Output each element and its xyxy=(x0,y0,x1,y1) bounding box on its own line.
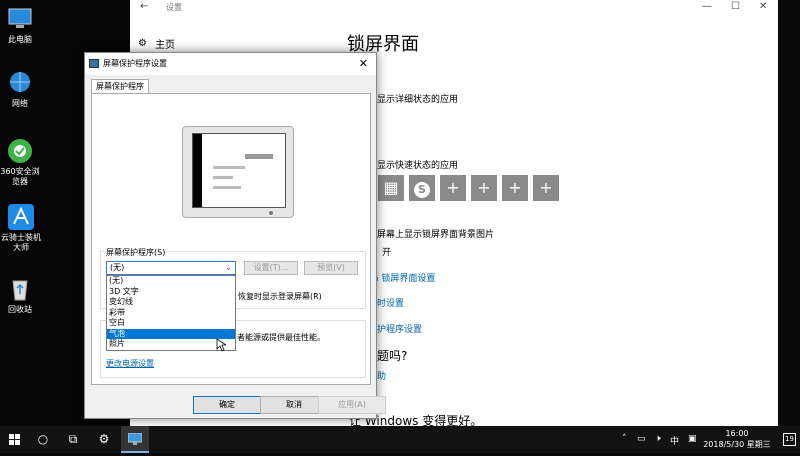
desktop-icon-label: 云骑士装机大师 xyxy=(1,233,41,252)
skype-icon: S xyxy=(414,182,430,198)
option-none[interactable]: (无) xyxy=(107,276,235,287)
screensaver-select[interactable]: (无) ⌄ xyxy=(106,261,236,275)
add-app-tile[interactable]: + xyxy=(533,175,559,201)
date-text: 2018/5/30 星期三 xyxy=(703,440,771,449)
plus-icon: + xyxy=(508,178,522,197)
toggle-state[interactable]: 开 xyxy=(382,245,391,258)
combo-value: (无) xyxy=(110,263,125,272)
group-label: 屏幕保护程序(S) xyxy=(104,247,168,258)
time-text: 16:00 xyxy=(725,429,749,438)
notification-icon[interactable]: 19 xyxy=(783,433,796,446)
add-app-tile[interactable]: + xyxy=(440,175,466,201)
settings-button[interactable]: 设置(T)... xyxy=(244,261,298,275)
option-mystify[interactable]: 变幻线 xyxy=(107,297,235,308)
signin-bg-label: 屏幕上显示锁屏界面背景图片 xyxy=(377,230,495,240)
computer-icon xyxy=(6,6,34,32)
screensaver-dialog: 屏幕保护程序设置 ✕ 屏幕保护程序 屏幕保护程序(S) (无) ⌄ 设置(T).… xyxy=(84,52,386,419)
app-tray-icon[interactable]: ▣ xyxy=(688,434,697,444)
recycle-bin-icon xyxy=(6,276,34,302)
dialog-titlebar: 屏幕保护程序设置 ✕ xyxy=(85,53,376,75)
desktop-icon-this-pc[interactable]: 此电脑 xyxy=(0,6,40,45)
clock[interactable]: 16:00 2018/5/30 星期三 xyxy=(702,428,772,450)
settings-home[interactable]: ⚙ 主页 xyxy=(138,36,175,51)
chevron-up-icon[interactable]: ˄ xyxy=(622,434,627,444)
apply-button[interactable]: 应用(A) xyxy=(318,396,386,414)
cortana-link[interactable]: a 锁屏界面设置 xyxy=(373,271,435,284)
task-view-icon[interactable]: ⧉ xyxy=(60,426,86,453)
plus-icon: + xyxy=(477,178,491,197)
option-ribbons[interactable]: 彩带 xyxy=(107,308,235,319)
desktop-icon-360-browser[interactable]: 360安全浏览器 xyxy=(0,138,40,187)
plus-icon: + xyxy=(446,178,460,197)
detail-status-label: 显示详细状态的应用 xyxy=(377,95,459,105)
mouse-cursor-icon xyxy=(216,338,226,352)
calendar-icon: ▦ xyxy=(383,178,399,197)
taskbar: ○ ⧉ ⚙ ˄ ▭ 🕨 中 ▣ 16:00 2018/5/30 星期三 19 xyxy=(0,426,800,453)
resume-checkbox-label[interactable]: 恢复时显示登录屏幕(R) xyxy=(238,291,322,302)
ime-indicator[interactable]: 中 xyxy=(670,434,679,447)
screensaver-task-icon[interactable] xyxy=(121,426,149,453)
chevron-down-icon: ⌄ xyxy=(225,263,232,272)
monitor-preview xyxy=(182,126,294,218)
question-heading: 题吗? xyxy=(377,349,408,363)
add-app-tile[interactable]: + xyxy=(502,175,528,201)
close-icon[interactable]: ✕ xyxy=(759,1,767,12)
preview-button[interactable]: 预览(V) xyxy=(304,261,358,275)
screensaver-link[interactable]: 护程序设置 xyxy=(377,322,422,335)
home-label: 主页 xyxy=(154,40,175,51)
back-arrow-icon[interactable]: ← xyxy=(140,1,148,12)
quick-status-label: 显示快速状态的应用 xyxy=(377,161,459,171)
360-browser-icon xyxy=(6,138,34,164)
dialog-title: 屏幕保护程序设置 xyxy=(103,59,167,68)
desktop-icon-recycle-bin[interactable]: 回收站 xyxy=(0,276,40,315)
search-icon[interactable]: ○ xyxy=(30,426,56,453)
ok-button[interactable]: 确定 xyxy=(193,396,261,414)
settings-titlebar: ← 设置 — ☐ ✕ xyxy=(130,0,778,14)
calendar-tile[interactable]: ▦ xyxy=(378,175,404,201)
volume-muted-icon[interactable]: 🕨 xyxy=(655,434,661,444)
start-icon[interactable] xyxy=(2,426,28,453)
minimize-icon[interactable]: — xyxy=(702,1,712,12)
timeout-link[interactable]: 时设置 xyxy=(377,296,404,309)
settings-gear-icon[interactable]: ⚙ xyxy=(91,426,117,453)
desktop-icon-network[interactable]: 网络 xyxy=(0,70,40,109)
tab-screensaver[interactable]: 屏幕保护程序 xyxy=(91,79,149,93)
desktop-icon-yunqishi[interactable]: 云骑士装机大师 xyxy=(0,204,42,253)
yunqishi-icon xyxy=(7,204,35,230)
preview-screen xyxy=(192,133,286,208)
monitor-icon xyxy=(89,59,99,68)
add-app-tile[interactable]: + xyxy=(471,175,497,201)
plus-icon: + xyxy=(539,178,553,197)
option-blank[interactable]: 空白 xyxy=(107,318,235,329)
help-link[interactable]: 助 xyxy=(377,369,386,382)
option-3d-text[interactable]: 3D 文字 xyxy=(107,287,235,298)
gear-icon: ⚙ xyxy=(138,38,147,49)
desktop-icon-label: 360安全浏览器 xyxy=(0,167,40,186)
desktop-icon-label: 此电脑 xyxy=(8,35,32,44)
power-text: 者能源或提供最佳性能。 xyxy=(237,333,325,342)
settings-app-title: 设置 xyxy=(166,3,182,12)
desktop-icon-label: 回收站 xyxy=(8,305,32,314)
desktop-icon-label: 网络 xyxy=(12,99,28,108)
network-tray-icon[interactable]: ▭ xyxy=(637,434,646,444)
close-icon[interactable]: ✕ xyxy=(359,53,368,75)
power-settings-link[interactable]: 更改电源设置 xyxy=(106,358,154,369)
skype-tile[interactable]: S xyxy=(409,175,435,201)
maximize-icon[interactable]: ☐ xyxy=(731,1,740,12)
network-icon xyxy=(6,70,34,96)
tab-panel: 屏幕保护程序(S) (无) ⌄ 设置(T)... 预览(V) 恢复时显示登录屏幕… xyxy=(91,93,371,385)
